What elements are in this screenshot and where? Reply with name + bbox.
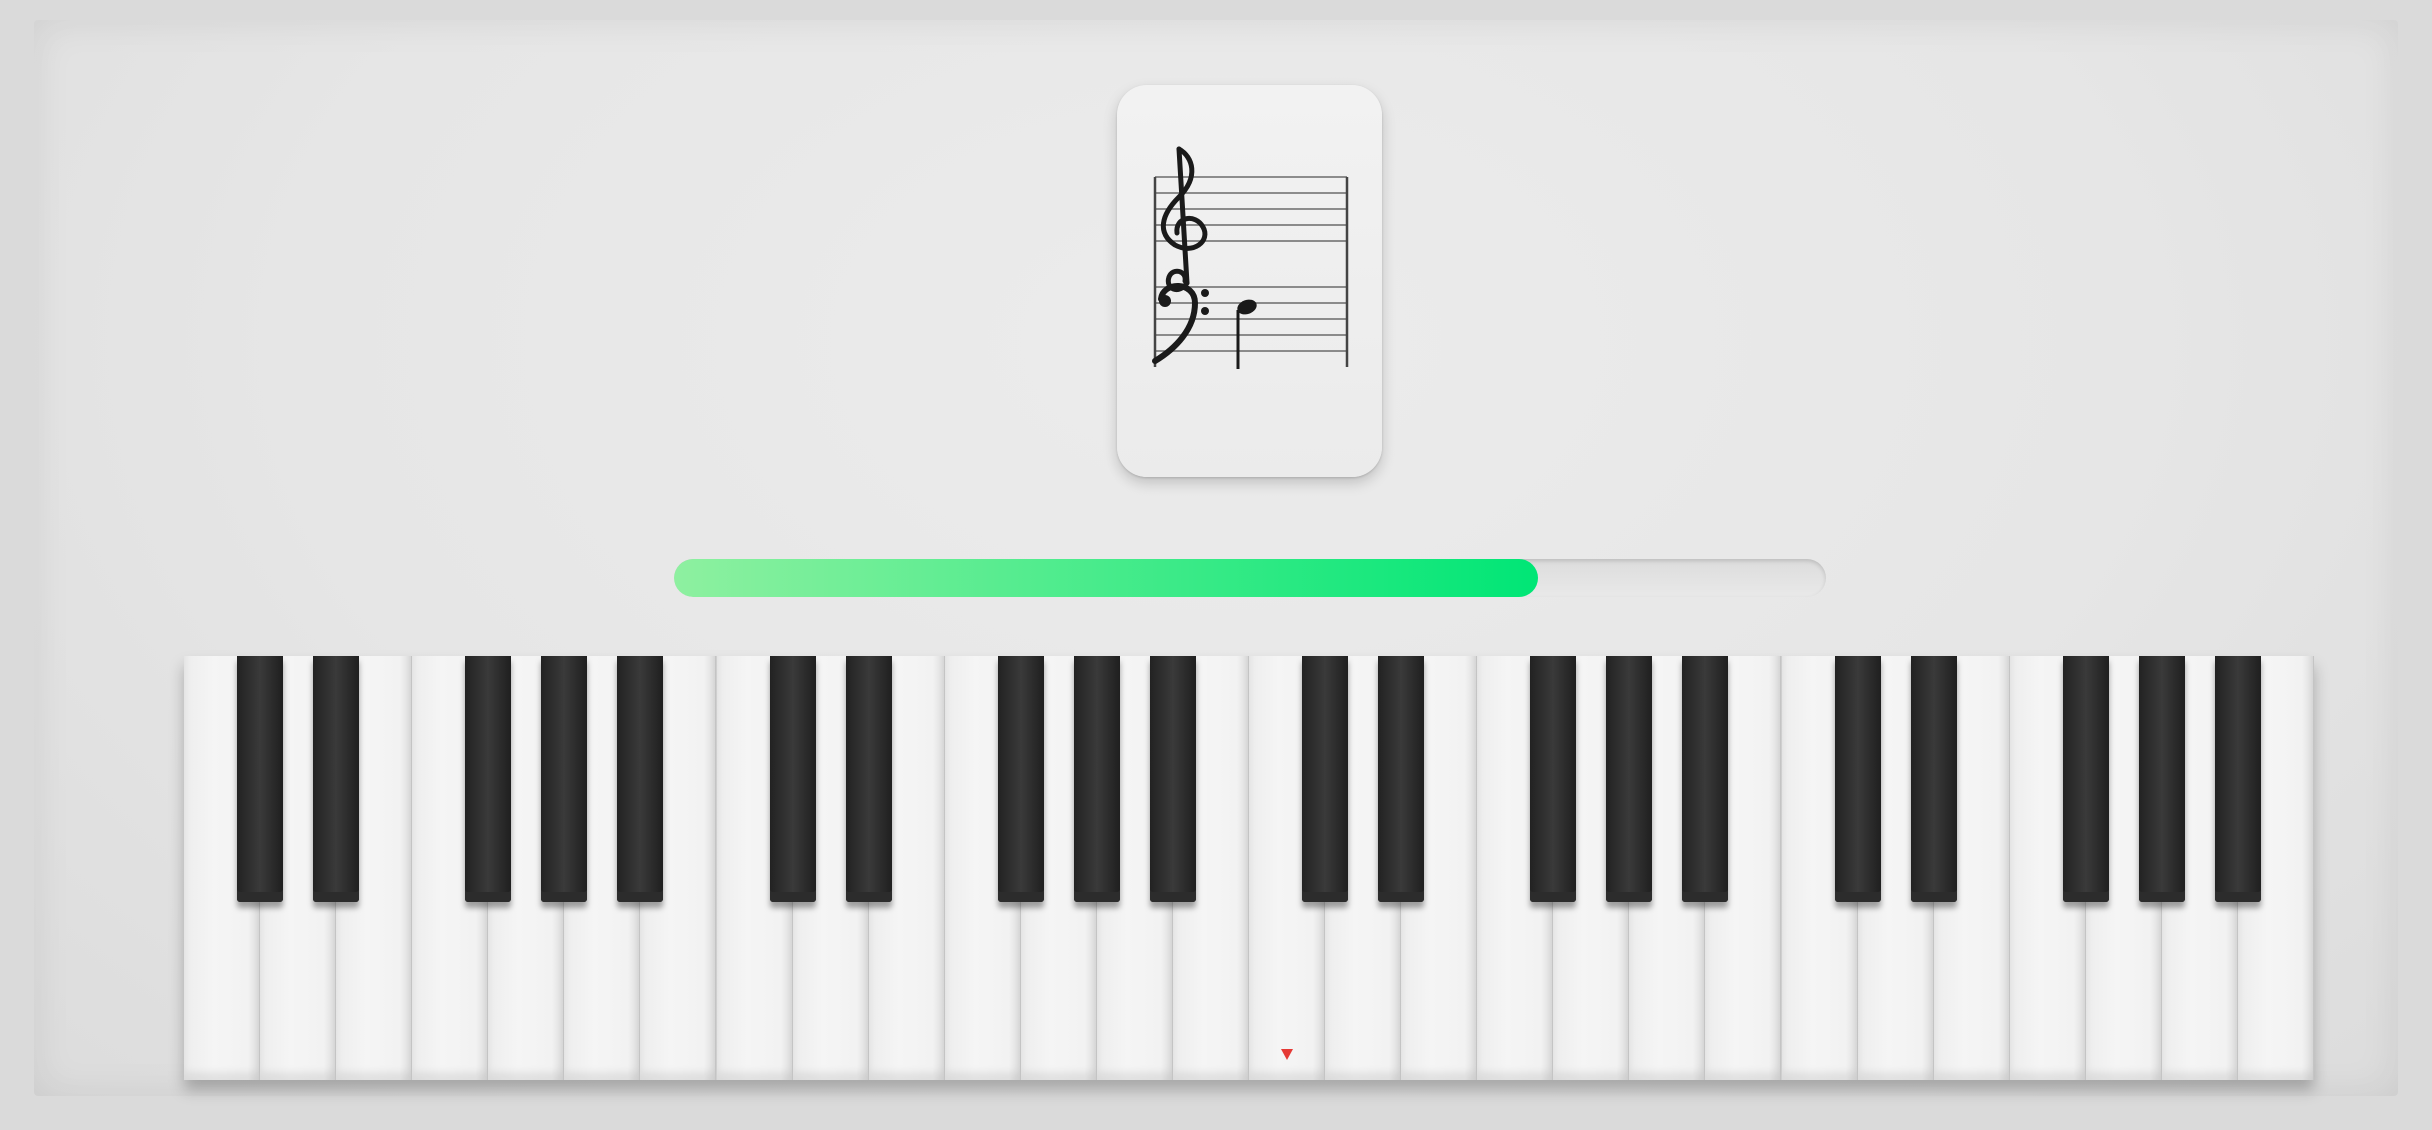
black-key-a-sharp2[interactable] (1682, 656, 1728, 902)
black-key-c-sharp0[interactable] (237, 656, 283, 902)
black-key-d-sharp1[interactable] (846, 656, 892, 902)
black-key-c-sharp1[interactable] (770, 656, 816, 902)
black-key-f-sharp3[interactable] (2063, 656, 2109, 902)
black-key-a-sharp1[interactable] (1150, 656, 1196, 902)
quarter-note-icon (1236, 299, 1257, 369)
bass-clef-icon (1152, 283, 1209, 364)
black-key-f-sharp1[interactable] (998, 656, 1044, 902)
black-key-g-sharp3[interactable] (2139, 656, 2185, 902)
piano-keyboard[interactable] (184, 656, 2314, 1080)
black-key-f-sharp2[interactable] (1530, 656, 1576, 902)
treble-clef-icon (1160, 146, 1208, 293)
black-key-c-sharp2[interactable] (1302, 656, 1348, 902)
black-key-a-sharp0[interactable] (617, 656, 663, 902)
black-key-g-sharp0[interactable] (541, 656, 587, 902)
target-key-marker-icon (1281, 1049, 1293, 1060)
grand-staff (1152, 146, 1349, 369)
black-key-d-sharp2[interactable] (1378, 656, 1424, 902)
note-card (1117, 85, 1382, 477)
black-key-c-sharp3[interactable] (1835, 656, 1881, 902)
game-screen (0, 0, 2432, 1130)
black-key-d-sharp0[interactable] (313, 656, 359, 902)
progress-fill (674, 559, 1538, 597)
black-key-g-sharp1[interactable] (1074, 656, 1120, 902)
black-key-g-sharp2[interactable] (1606, 656, 1652, 902)
progress-bar (674, 559, 1826, 597)
game-panel (34, 20, 2398, 1096)
black-key-a-sharp3[interactable] (2215, 656, 2261, 902)
black-key-f-sharp0[interactable] (465, 656, 511, 902)
black-key-d-sharp3[interactable] (1911, 656, 1957, 902)
